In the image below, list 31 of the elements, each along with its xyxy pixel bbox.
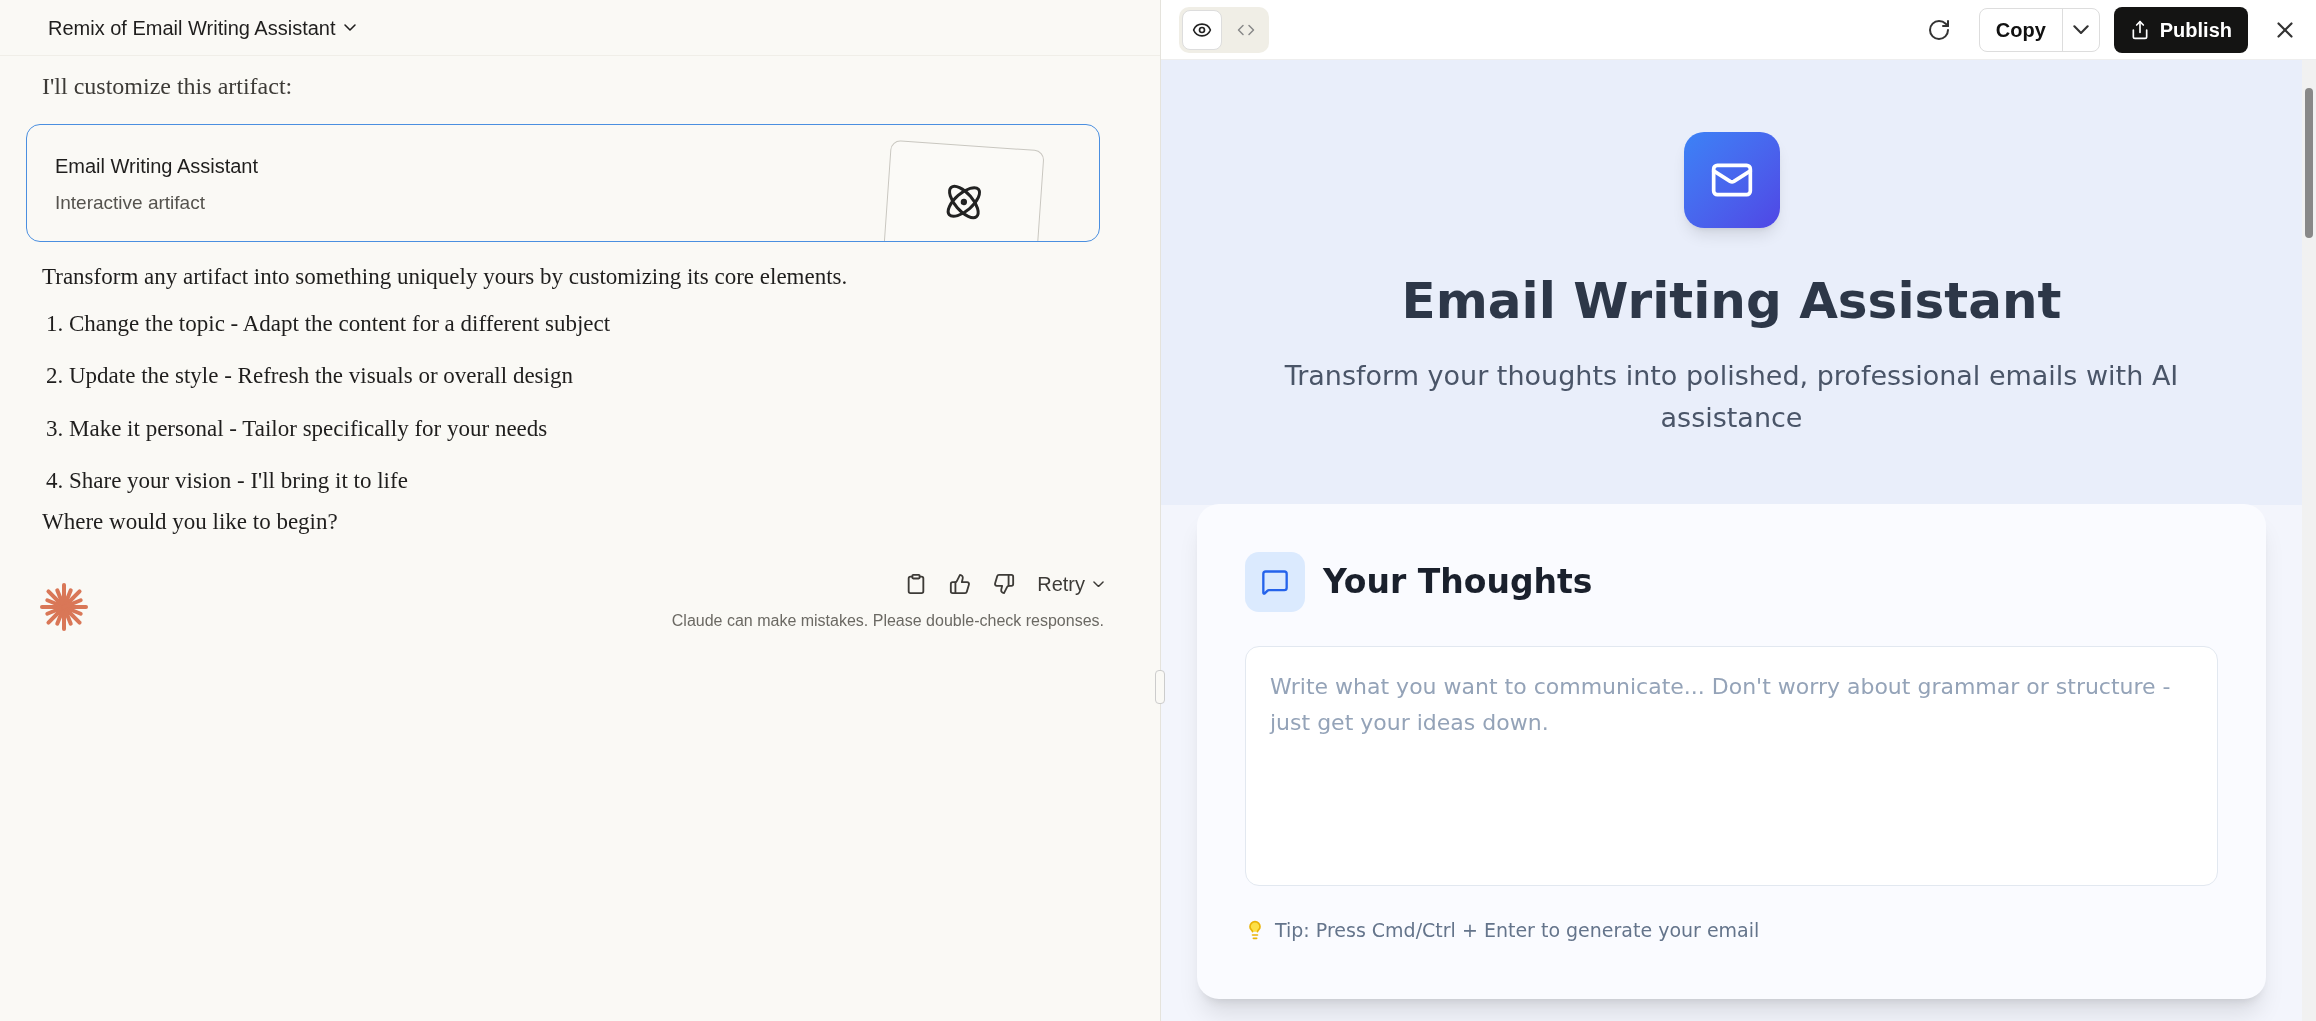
chat-bubble-icon: [1245, 552, 1305, 612]
preview-tab[interactable]: [1182, 9, 1222, 50]
publish-button[interactable]: Publish: [2113, 6, 2248, 53]
artifact-title: Email Writing Assistant: [55, 154, 259, 179]
thoughts-field[interactable]: Write what you want to communicate... Don't worry about grammar or structure - just get your ideas down.: [1245, 646, 2218, 886]
tip-text: Tip: Press Cmd/Ctrl + Enter to generate your email: [1275, 918, 1760, 943]
mail-app-icon: [1683, 132, 1780, 228]
list-item: 2. Update the style - Refresh the visuals or overall design: [45, 362, 574, 390]
thumbs-down-icon[interactable]: [993, 573, 1016, 595]
message-text: I'll customize this artifact:: [42, 72, 294, 101]
section-title: Your Thoughts: [1323, 561, 1593, 604]
app-subtitle: Transform your thoughts into polished, professional emails with AI assistance: [1283, 359, 2180, 435]
copy-button[interactable]: Copy: [1979, 8, 2063, 51]
chevron-down-icon: [1093, 580, 1104, 588]
chevron-down-icon: [343, 24, 356, 31]
app-title: Email Writing Assistant: [1401, 271, 2062, 332]
refresh-icon[interactable]: [1926, 17, 1951, 42]
thumbs-up-icon[interactable]: [949, 573, 972, 595]
resize-handle[interactable]: [1155, 670, 1165, 704]
disclaimer-text: Claude can make mistakes. Please double-check responses.: [671, 611, 1104, 631]
retry-button[interactable]: Retry: [1037, 569, 1104, 599]
message-text: Transform any artifact into something uniquely yours by customizing its core elements.: [42, 263, 849, 291]
chat-title-button[interactable]: Remix of Email Writing Assistant: [48, 12, 356, 43]
artifact-card[interactable]: Email Writing Assistant Interactive artifact: [26, 124, 1100, 242]
message-text: Where would you like to begin?: [42, 507, 339, 536]
list-item: 4. Share your vision - I'll bring it to life: [45, 467, 409, 495]
asterisk-logo-icon: [40, 583, 88, 631]
list-item: 3. Make it personal - Tailor specifically for your needs: [45, 414, 549, 443]
chevron-down-icon: [2072, 24, 2089, 35]
artifact-subtitle: Interactive artifact: [55, 191, 206, 215]
list-item: 1. Change the topic - Adapt the content for a different subject: [45, 309, 612, 338]
